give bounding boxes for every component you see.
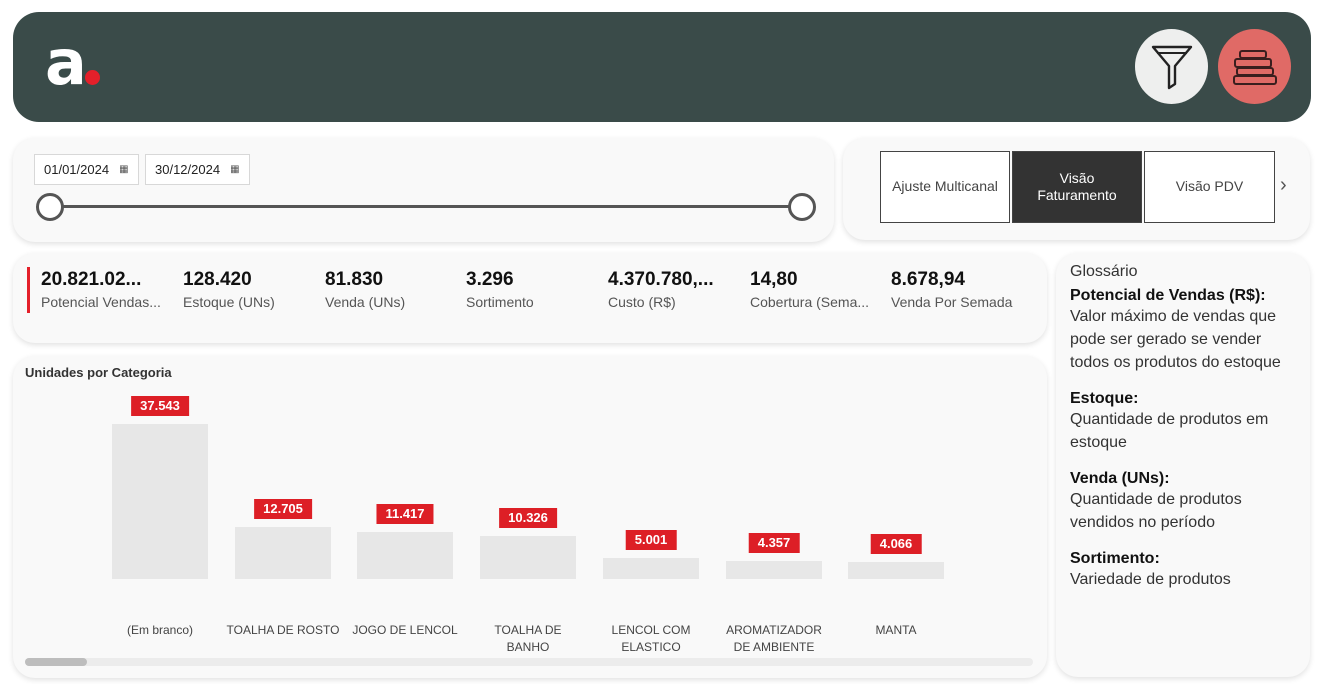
chart-scrollbar-track[interactable] [25, 658, 1033, 666]
calendar-icon: ▦ [119, 164, 129, 175]
filter-icon [1151, 45, 1192, 89]
tab-visao-faturamento[interactable]: Visão Faturamento [1012, 151, 1142, 223]
stacked-items-icon [1232, 49, 1277, 85]
glossary-card: Glossário Potencial de Vendas (R$): Valo… [1056, 253, 1310, 677]
chart-data-label: 10.326 [499, 508, 557, 528]
chart-category-label: LENCOL COM ELASTICO [611, 623, 691, 655]
glossary-description: Valor máximo de vendas que pode ser gera… [1070, 308, 1281, 371]
calendar-icon: ▦ [230, 164, 240, 175]
chart-category-label: MANTA [875, 623, 917, 637]
glossary-title: Glossário [1070, 263, 1138, 280]
tab-ajuste-multicanal[interactable]: Ajuste Multicanal [880, 151, 1010, 223]
brand-logo: a [45, 26, 87, 99]
chart-category-label: TOALHA DE ROSTO [226, 623, 340, 637]
tab-visao-pdv[interactable]: Visão PDV [1144, 151, 1275, 223]
glossary-description: Quantidade de produtos em estoque [1070, 411, 1269, 451]
chart-data-label: 4.357 [748, 533, 800, 553]
view-tabs-card: Ajuste Multicanal Visão Faturamento Visã… [843, 138, 1310, 240]
filter-button[interactable] [1135, 29, 1208, 104]
kpi-custo: 4.370.780,... Custo (R$) [608, 269, 714, 310]
start-date-input[interactable]: 01/01/2024 ▦ [34, 154, 139, 185]
kpi-potencial-vendas: 20.821.02... Potencial Vendas... [41, 269, 161, 310]
start-date-value: 01/01/2024 [44, 162, 110, 177]
chart-data-label: 12.705 [254, 499, 312, 519]
units-by-category-chart: Unidades por Categoria 37.543 (Em branco)… [13, 356, 1047, 678]
chart-bar[interactable] [726, 561, 822, 579]
chart-data-label: 37.543 [131, 396, 189, 416]
glossary-description: Variedade de produtos [1070, 571, 1231, 588]
date-range-start-handle[interactable] [36, 193, 64, 221]
chart-category-label: JOGO DE LENCOL [352, 623, 458, 637]
top-header: a [13, 12, 1311, 122]
glossary-term: Venda (UNs): [1070, 470, 1170, 487]
glossary-description: Quantidade de produtos vendidos no perío… [1070, 491, 1242, 531]
kpi-venda-por-semada: 8.678,94 Venda Por Semada [891, 269, 1013, 310]
chart-scrollbar-thumb[interactable] [25, 658, 87, 666]
chart-category-label: TOALHA DE BANHO [494, 623, 562, 655]
chart-bar[interactable] [112, 424, 208, 579]
date-filter-card: 01/01/2024 ▦ 30/12/2024 ▦ [13, 138, 834, 242]
date-range-slider-track [49, 205, 801, 208]
chart-category-label: AROMATIZADOR DE AMBIENTE [726, 623, 822, 655]
glossary-term: Sortimento: [1070, 550, 1160, 567]
brand-logo-dot [85, 70, 100, 85]
stacked-items-button[interactable] [1218, 29, 1291, 104]
kpi-card: 20.821.02... Potencial Vendas... 128.420… [13, 253, 1047, 343]
glossary-term: Estoque: [1070, 390, 1139, 407]
kpi-cobertura: 14,80 Cobertura (Sema... [750, 269, 870, 310]
end-date-value: 30/12/2024 [155, 162, 221, 177]
chart-data-label: 5.001 [625, 530, 677, 550]
chart-bar[interactable] [235, 527, 331, 579]
kpi-venda: 81.830 Venda (UNs) [325, 269, 406, 310]
chart-category-label: (Em branco) [126, 623, 194, 637]
chart-bar[interactable] [480, 536, 576, 579]
date-range-end-handle[interactable] [788, 193, 816, 221]
kpi-sortimento: 3.296 Sortimento [466, 269, 534, 310]
chart-bar[interactable] [848, 562, 944, 579]
chart-data-label: 11.417 [376, 504, 434, 524]
chevron-right-icon[interactable]: › [1280, 174, 1287, 197]
chart-title: Unidades por Categoria [25, 365, 172, 380]
glossary-term: Potencial de Vendas (R$): [1070, 287, 1266, 304]
end-date-input[interactable]: 30/12/2024 ▦ [145, 154, 250, 185]
chart-bar[interactable] [357, 532, 453, 579]
chart-data-label: 4.066 [870, 534, 922, 554]
kpi-estoque: 128.420 Estoque (UNs) [183, 269, 275, 310]
chart-bar[interactable] [603, 558, 699, 579]
kpi-accent-bar [27, 267, 30, 313]
